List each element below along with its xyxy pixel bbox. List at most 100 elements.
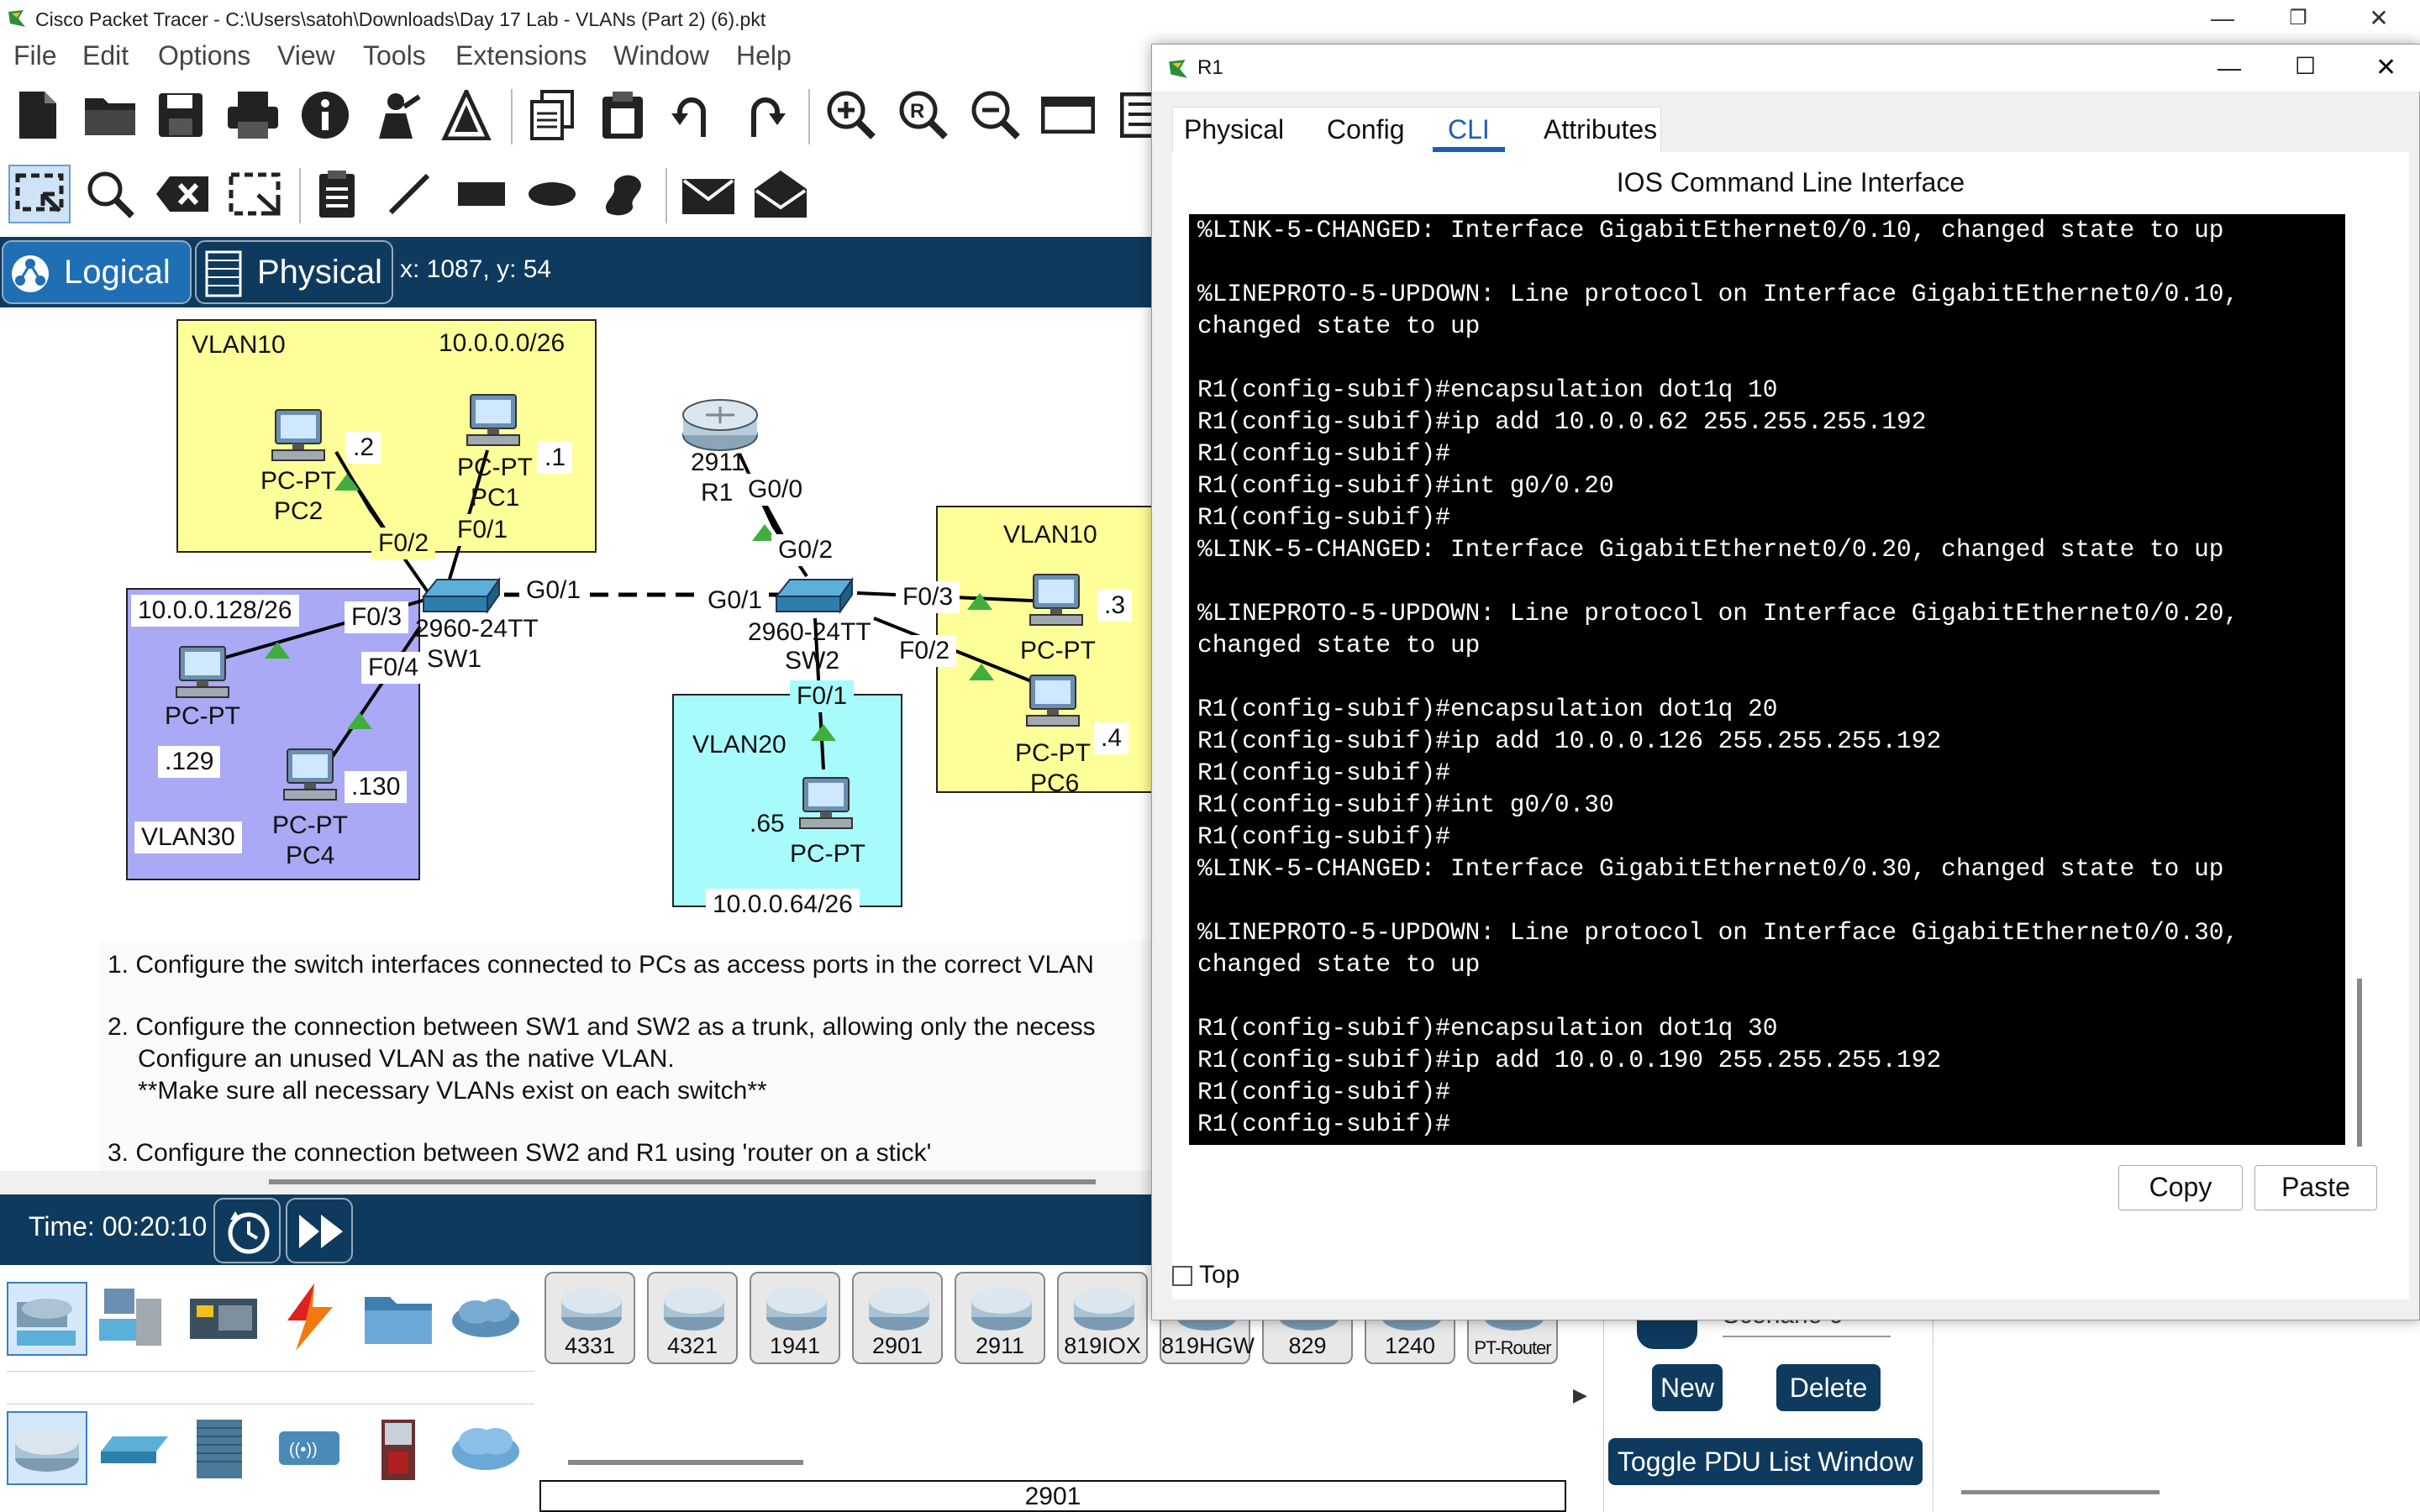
hubs-icon[interactable] [185, 1411, 266, 1485]
switches-icon[interactable] [96, 1411, 176, 1485]
tab-config[interactable]: Config [1320, 110, 1412, 152]
save-icon[interactable] [151, 86, 210, 144]
router-4331-button[interactable]: 4331 [544, 1272, 635, 1364]
cli-line: R1(config-subif)#int g0/0.20 [1197, 471, 1614, 500]
paste-icon[interactable] [593, 86, 652, 144]
close-button[interactable]: ✕ [2341, 0, 2417, 39]
add-simple-pdu-icon[interactable] [679, 165, 738, 223]
components-icon[interactable] [185, 1282, 266, 1356]
pdu-list-scrollbar-thumb[interactable] [1961, 1490, 2160, 1494]
undo-icon[interactable] [664, 86, 723, 144]
cli-scrollbar-thumb[interactable] [2357, 979, 2362, 1147]
copy-icon[interactable] [523, 86, 581, 144]
sw1-port-f01: F0/1 [450, 514, 515, 546]
pc1-computer-icon[interactable] [462, 393, 526, 452]
tab-cli[interactable]: CLI [1433, 110, 1505, 152]
cli-line [1197, 246, 2337, 278]
top-checkbox[interactable]: Top [1172, 1261, 1239, 1289]
pc6-computer-icon[interactable] [1022, 674, 1086, 732]
pc5-computer-icon[interactable] [795, 776, 859, 835]
pc2-computer-icon[interactable] [267, 408, 331, 467]
router-icon [766, 1287, 827, 1331]
router-2911-button[interactable]: 2911 [955, 1272, 1045, 1364]
router-819iox-button[interactable]: 819IOX [1057, 1272, 1148, 1364]
menu-window[interactable]: Window [613, 40, 709, 71]
menu-view[interactable]: View [277, 40, 335, 71]
logical-view-tab[interactable]: Logical [2, 240, 192, 304]
tab-attributes[interactable]: Attributes [1537, 110, 1664, 152]
zoom-reset-icon[interactable]: R [894, 86, 953, 144]
delete-tool-icon[interactable] [153, 165, 212, 223]
r1-minimize-button[interactable]: — [2217, 45, 2241, 92]
zoom-out-icon[interactable] [966, 86, 1025, 144]
horizontal-scrollbar[interactable] [0, 1171, 1151, 1194]
info-icon[interactable] [296, 86, 355, 144]
logical-workspace[interactable]: VLAN10 10.0.0.0/26 10.0.0.128/26 VLAN30 … [0, 307, 1151, 1194]
menu-tools[interactable]: Tools [363, 40, 426, 71]
pc4-computer-icon[interactable] [279, 748, 343, 806]
physical-view-tab[interactable]: Physical [195, 240, 393, 304]
router-2901-button[interactable]: 2901 [852, 1272, 943, 1364]
inspect-icon[interactable] [81, 165, 139, 223]
menu-file[interactable]: File [13, 40, 57, 71]
draw-rectangle-icon[interactable] [452, 165, 511, 223]
print-icon[interactable] [224, 86, 282, 144]
network-devices-icon[interactable] [7, 1282, 87, 1356]
menu-options[interactable]: Options [158, 40, 250, 71]
miscellaneous-folder-icon[interactable] [360, 1282, 440, 1356]
delete-scenario-button[interactable]: Delete [1776, 1364, 1881, 1411]
pc7-computer-icon[interactable] [1025, 573, 1089, 632]
draw-line-icon[interactable] [380, 165, 439, 223]
checkbox-icon[interactable] [1172, 1266, 1192, 1287]
power-cycle-button[interactable] [213, 1198, 281, 1263]
vlan20-label: VLAN20 [686, 729, 793, 761]
open-folder-icon[interactable] [81, 86, 139, 144]
fast-forward-button[interactable] [286, 1198, 353, 1263]
sw2-switch-icon[interactable] [773, 575, 857, 617]
draw-ellipse-icon[interactable] [523, 165, 581, 223]
add-complex-pdu-icon[interactable] [751, 165, 810, 223]
security-devices-icon[interactable] [360, 1411, 440, 1485]
device-scrollbar-thumb[interactable] [568, 1460, 803, 1465]
cli-terminal[interactable]: %LINK-5-CHANGED: Interface GigabitEthern… [1189, 214, 2345, 1145]
router-4321-button[interactable]: 4321 [647, 1272, 738, 1364]
router-1941-button[interactable]: 1941 [750, 1272, 840, 1364]
custom-device-icon[interactable] [437, 86, 496, 144]
new-scenario-button[interactable]: New [1652, 1364, 1723, 1411]
pc3-computer-icon[interactable] [171, 645, 235, 704]
multiuser-cloud-icon[interactable] [447, 1282, 528, 1356]
minimize-button[interactable]: — [2185, 0, 2260, 39]
connections-lightning-icon[interactable] [271, 1282, 351, 1356]
note-icon[interactable] [308, 165, 366, 223]
redo-icon[interactable] [734, 86, 793, 144]
end-devices-icon[interactable] [96, 1282, 176, 1356]
wireless-devices-icon[interactable]: ((•)) [271, 1411, 351, 1485]
edit-toolbar [0, 156, 1151, 234]
wan-emulation-cloud-icon[interactable] [447, 1411, 528, 1485]
menu-extensions[interactable]: Extensions [455, 40, 587, 71]
paste-button[interactable]: Paste [2254, 1165, 2377, 1210]
pc4-ip: .130 [345, 771, 408, 803]
new-file-icon[interactable] [8, 86, 67, 144]
copy-button[interactable]: Copy [2118, 1165, 2243, 1210]
menu-edit[interactable]: Edit [82, 40, 129, 71]
routers-icon[interactable] [7, 1411, 87, 1485]
r1-close-button[interactable]: ✕ [2375, 45, 2396, 92]
toggle-pdu-list-button[interactable]: Toggle PDU List Window [1608, 1438, 1923, 1485]
zoom-in-icon[interactable] [822, 86, 881, 144]
drawing-palette-icon[interactable] [1039, 86, 1097, 144]
resize-shape-icon[interactable] [225, 165, 284, 223]
select-tool-icon[interactable] [8, 165, 71, 223]
sw1-switch-icon[interactable] [420, 575, 504, 617]
freeform-icon[interactable] [593, 165, 652, 223]
expand-arrow-icon[interactable]: ▶ [1573, 1384, 1587, 1406]
r1-maximize-button[interactable]: ☐ [2295, 43, 2316, 90]
cli-scrollbar[interactable] [2345, 214, 2377, 1147]
r1-router-icon[interactable] [681, 396, 760, 452]
tab-physical[interactable]: Physical [1177, 110, 1291, 152]
cli-line: %LINEPROTO-5-UPDOWN: Line protocol on In… [1197, 918, 2239, 947]
menu-help[interactable]: Help [736, 40, 792, 71]
scrollbar-thumb[interactable] [269, 1179, 1096, 1184]
activity-wizard-icon[interactable] [366, 86, 425, 144]
restore-button[interactable]: ❐ [2260, 0, 2336, 39]
